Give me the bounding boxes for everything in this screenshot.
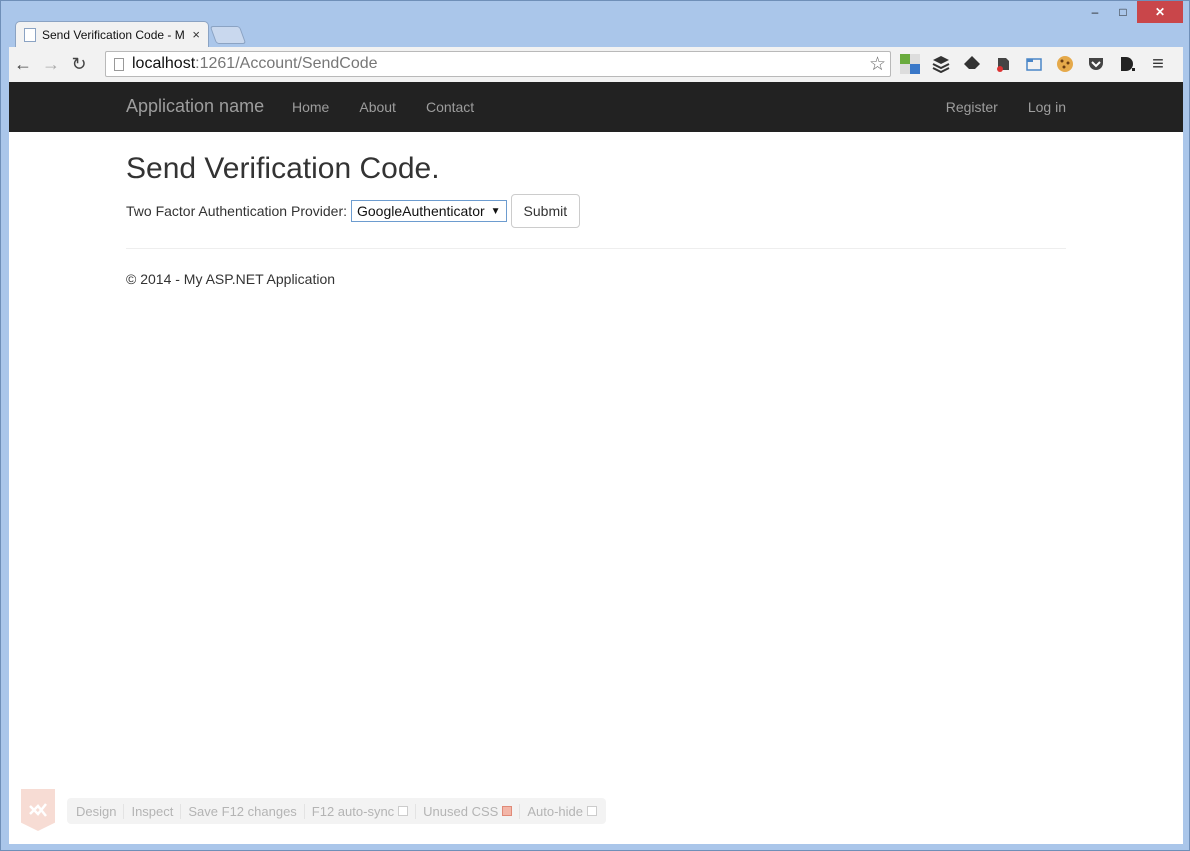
brand-link[interactable]: Application name [126, 96, 264, 117]
buffer-icon[interactable] [930, 53, 952, 75]
browser-toolbar: ← → ↻ localhost :1261/Account/SendCode ☆ [9, 47, 1183, 82]
evernote-icon[interactable] [992, 53, 1014, 75]
auto-hide-toggle[interactable]: Auto-hide [520, 804, 604, 819]
visual-studio-icon[interactable] [21, 789, 55, 831]
login-link[interactable]: Log in [1013, 82, 1081, 132]
page-viewport: Application name Home About Contact Regi… [9, 82, 1183, 844]
submit-button[interactable]: Submit [510, 194, 581, 228]
back-button[interactable]: ← [9, 51, 37, 79]
reload-button[interactable]: ↻ [65, 51, 93, 79]
footer-text: © 2014 - My ASP.NET Application [126, 271, 336, 287]
inspect-button[interactable]: Inspect [124, 803, 182, 819]
tab-close-icon[interactable]: × [192, 27, 200, 42]
feedly-icon[interactable] [961, 53, 983, 75]
new-tab-button[interactable] [209, 26, 247, 44]
pocket-icon[interactable] [1085, 53, 1107, 75]
f12-auto-sync-toggle[interactable]: F12 auto-sync [305, 803, 417, 819]
nav-account-links: Register Log in [931, 82, 1081, 132]
page-title: Send Verification Code. [126, 152, 440, 185]
provider-label: Two Factor Authentication Provider: [126, 203, 347, 219]
page-favicon-icon [24, 27, 36, 42]
main-content: Send Verification Code. Two Factor Authe… [126, 152, 1066, 287]
bookmark-star-icon[interactable]: ☆ [869, 53, 886, 76]
nav-about-link[interactable]: About [344, 82, 411, 132]
chrome-menu-icon[interactable]: ≡ [1147, 53, 1169, 75]
f12-auto-sync-label: F12 auto-sync [311, 803, 395, 819]
footer-divider [126, 248, 1066, 249]
browser-link-toolbar: Design Inspect Save F12 changes F12 auto… [67, 798, 606, 824]
unused-css-toggle[interactable]: Unused CSS [416, 803, 521, 819]
window-controls: – □ ✕ [1081, 1, 1183, 23]
folder-icon[interactable] [1023, 53, 1045, 75]
unused-css-label: Unused CSS [423, 803, 499, 819]
close-window-button[interactable]: ✕ [1137, 1, 1183, 23]
extension-icons: ≡ [899, 53, 1169, 75]
active-tab[interactable]: Send Verification Code - M × [15, 21, 209, 47]
provider-selected-value: GoogleAuthenticator [357, 203, 485, 219]
url-host: localhost [132, 55, 196, 72]
auto-hide-checkbox[interactable] [586, 806, 597, 816]
browser-window: – □ ✕ Send Verification Code - M × ← → ↻… [0, 0, 1190, 851]
provider-select[interactable]: GoogleAuthenticator ▼ [351, 200, 507, 222]
design-button[interactable]: Design [69, 803, 125, 819]
address-bar[interactable]: localhost :1261/Account/SendCode ☆ [105, 51, 891, 77]
nav-home-link[interactable]: Home [277, 82, 344, 132]
site-navbar: Application name Home About Contact Regi… [9, 82, 1183, 132]
maximize-button[interactable]: □ [1109, 1, 1137, 23]
provider-form: Two Factor Authentication Provider: Goog… [126, 194, 1066, 228]
auto-hide-label: Auto-hide [527, 803, 583, 819]
f12-auto-sync-checkbox[interactable] [398, 806, 409, 816]
cookie-icon[interactable] [1054, 53, 1076, 75]
nav-contact-link[interactable]: Contact [411, 82, 489, 132]
page-icon [114, 57, 124, 71]
dashlane-icon[interactable] [1116, 53, 1138, 75]
nav-links: Home About Contact [277, 82, 489, 132]
grid-icon[interactable] [899, 53, 921, 75]
url-path: :1261/Account/SendCode [195, 55, 378, 72]
unused-css-checkbox[interactable] [502, 806, 513, 816]
forward-button[interactable]: → [37, 51, 65, 79]
register-link[interactable]: Register [931, 82, 1013, 132]
minimize-button[interactable]: – [1081, 1, 1109, 23]
save-f12-changes-button[interactable]: Save F12 changes [181, 803, 305, 819]
dropdown-arrow-icon: ▼ [490, 205, 501, 217]
tab-title: Send Verification Code - M [42, 27, 185, 42]
